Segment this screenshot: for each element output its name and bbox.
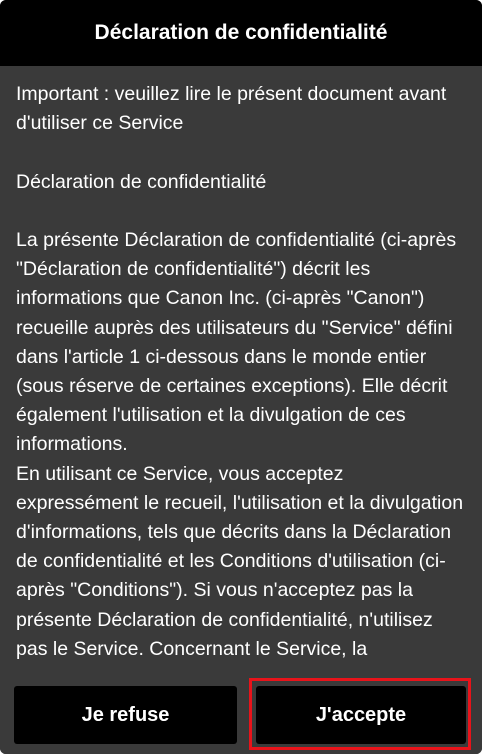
refuse-button-label: Je refuse [81, 703, 170, 726]
privacy-statement-scroll-area[interactable]: Important : veuillez lire le présent doc… [0, 66, 482, 686]
document-paragraph: Déclaration de confidentialité [16, 170, 267, 193]
privacy-statement-screen: Déclaration de confidentialité Important… [0, 0, 482, 754]
accept-button[interactable]: J'accepte [256, 686, 466, 744]
document-paragraph: Important : veuillez lire le présent doc… [16, 83, 447, 135]
document-paragraph: En utilisant ce Service, vous acceptez e… [16, 462, 464, 660]
document-paragraph: La présente Déclaration de confidentiali… [16, 228, 457, 456]
privacy-statement-text: Important : veuillez lire le présent doc… [0, 66, 482, 664]
accept-button-label: J'accepte [315, 703, 407, 726]
refuse-button[interactable]: Je refuse [14, 686, 237, 744]
page-title: Déclaration de confidentialité [0, 0, 482, 66]
